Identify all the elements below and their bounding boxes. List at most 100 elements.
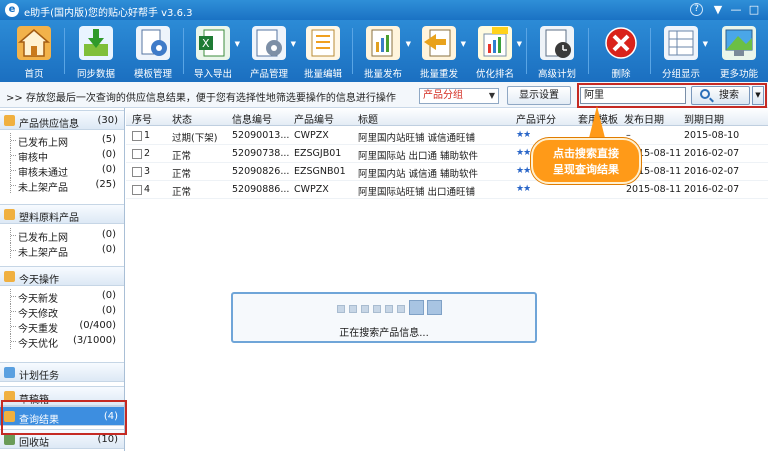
toolbar-product-manage-button[interactable]: 产品管理 ▼ [244, 22, 296, 80]
search-input[interactable]: 阿里 [580, 87, 686, 104]
sidebar-section-scheduled-tasks[interactable]: 计划任务 [0, 362, 124, 382]
sidebar-item-review-failed[interactable]: 审核未通过 (0) [0, 163, 124, 179]
column-header[interactable]: 标题 [358, 111, 378, 126]
folder-icon [4, 271, 15, 282]
minimize-button[interactable]: — [728, 2, 744, 17]
toolbar-dropdown-icon[interactable]: ▼ [235, 40, 240, 48]
table-header: 序号 状态 信息编号 产品编号 标题 产品评分 套用模板 发布日期 到期日期 [126, 109, 768, 126]
toolbar-batch-publish-label: 批量发布 [363, 69, 402, 80]
product-group-value: 产品分组 [423, 90, 463, 101]
toolbar-advanced-plan-label: 高级计划 [537, 69, 576, 80]
toolbar-template-label: 模板管理 [133, 69, 172, 80]
sidebar-item-unlisted[interactable]: 未上架产品 (25) [0, 178, 124, 194]
toolbar-delete-label: 删除 [611, 69, 631, 80]
rating-stars: ★★ [516, 148, 531, 158]
sidebar-section-title: 塑料原料产品 [19, 213, 79, 224]
column-header[interactable]: 产品编号 [294, 111, 334, 126]
toolbar-divider [183, 28, 184, 74]
sidebar-section-plastic[interactable]: 塑料原料产品 [0, 204, 124, 224]
toolbar-batch-edit-button[interactable]: 批量编辑 [300, 22, 346, 80]
column-header[interactable]: 发布日期 [624, 111, 664, 126]
row-checkbox[interactable] [132, 149, 142, 159]
recycle-bin-icon [4, 434, 15, 445]
toolbar-divider [526, 28, 527, 74]
search-button-label: 搜索 [719, 90, 739, 101]
column-header[interactable]: 状态 [172, 111, 192, 126]
column-header[interactable]: 信息编号 [232, 111, 272, 126]
product-group-select[interactable]: 产品分组 ▼ [419, 88, 499, 104]
row-checkbox[interactable] [132, 167, 142, 177]
column-header[interactable]: 序号 [132, 111, 152, 126]
toolbar-group-display-label: 分组显示 [661, 69, 700, 80]
toolbar-sync-button[interactable]: 同步数据 [70, 22, 122, 80]
calendar-icon [4, 367, 15, 378]
display-settings-button[interactable]: 显示设置 [507, 86, 571, 105]
toolbar-divider [588, 28, 589, 74]
schedule-icon [540, 26, 574, 60]
chevron-down-icon: ▼ [488, 91, 495, 100]
toolbar-batch-edit-label: 批量编辑 [303, 69, 342, 80]
sidebar-section-title: 产品供应信息 [19, 119, 79, 130]
column-header[interactable]: 产品评分 [516, 111, 556, 126]
toolbar-product-manage-label: 产品管理 [249, 69, 288, 80]
toolbar-dropdown-icon[interactable]: ▼ [703, 40, 708, 48]
toolbar-dropdown-icon[interactable]: ▼ [461, 40, 466, 48]
toolbar-dropdown-icon[interactable]: ▼ [291, 40, 296, 48]
sync-icon [79, 26, 113, 60]
sidebar-section-title: 计划任务 [19, 371, 59, 382]
callout-pointer [588, 106, 606, 142]
sidebar-section-title: 回收站 [19, 438, 49, 449]
search-options-dropdown[interactable]: ▼ [752, 86, 764, 105]
toolbar-optimize-rank-label: 优化排名 [475, 69, 514, 80]
sidebar-item-today-optimized[interactable]: 今天优化 (3/1000) [0, 334, 124, 350]
rating-stars: ★★ [516, 130, 531, 140]
sidebar-item-reviewing[interactable]: 审核中 (0) [0, 148, 124, 164]
sidebar-item-today-republished[interactable]: 今天重发 (0/400) [0, 319, 124, 335]
window-title: e助手(国内版)您的贴心好帮手 v3.6.3 [24, 8, 193, 19]
sidebar-item-today-modified[interactable]: 今天修改 (0) [0, 304, 124, 320]
republish-icon [422, 26, 456, 60]
toolbar-batch-republish-button[interactable]: 批量重发 ▼ [414, 22, 466, 80]
column-header[interactable]: 到期日期 [684, 111, 724, 126]
table-row[interactable]: 1 过期(下架) 52090013... CWPZX 阿里国内站旺铺 诚信通旺铺… [126, 127, 768, 145]
help-button[interactable]: ? [690, 3, 703, 16]
toolbar-advanced-plan-button[interactable]: 高级计划 [532, 22, 582, 80]
group-icon [664, 26, 698, 60]
sidebar-section-product-supply[interactable]: 产品供应信息 (30) [0, 110, 124, 130]
toolbar-delete-button[interactable]: 删除 [598, 22, 644, 80]
toolbar-import-export-button[interactable]: X 导入导出 ▼ [188, 22, 240, 80]
query-result-hint: >> 存放您最后一次查询的供应信息结果，便于您有选择性地筛选要操作的信息进行操作 [6, 93, 396, 104]
toolbar-more-button[interactable]: 更多功能 [714, 22, 764, 80]
sidebar-section-title: 今天操作 [19, 275, 59, 286]
table-row[interactable]: 2 正常 52090738... EZSGJB01 阿里国际站 出口通 辅助软件… [126, 145, 768, 163]
maximize-button[interactable]: □ [746, 2, 762, 17]
table-row[interactable]: 3 正常 52090826... EZSGNB01 阿里国内站 诚信通 辅助软件… [126, 163, 768, 181]
callout-line: 呈现查询结果 [553, 163, 619, 176]
toolbar-optimize-rank-button[interactable]: 优化排名 ▼ [470, 22, 522, 80]
row-checkbox[interactable] [132, 131, 142, 141]
home-icon [17, 26, 51, 60]
toolbar-divider [650, 28, 651, 74]
sidebar-item-published[interactable]: 已发布上网 (0) [0, 228, 124, 244]
sidebar-item-unlisted[interactable]: 未上架产品 (0) [0, 243, 124, 259]
row-checkbox[interactable] [132, 185, 142, 195]
sidebar-item-today-new[interactable]: 今天新发 (0) [0, 289, 124, 305]
search-button[interactable]: 搜索 [691, 86, 750, 105]
toolbar-home-button[interactable]: 首页 [12, 22, 56, 80]
toolbar-dropdown-icon[interactable]: ▼ [406, 40, 411, 48]
sidebar-section-count: (30) [97, 115, 118, 126]
sidebar-section-today[interactable]: 今天操作 [0, 266, 124, 286]
table-row[interactable]: 4 正常 52090886... CWPZX 阿里国际站旺铺 出口通旺铺 ★★ … [126, 181, 768, 199]
toolbar-dropdown-icon[interactable]: ▼ [517, 40, 522, 48]
toolbar-import-export-label: 导入导出 [193, 69, 232, 80]
sidebar-item-published[interactable]: 已发布上网 (5) [0, 133, 124, 149]
toolbar-batch-publish-button[interactable]: 批量发布 ▼ [357, 22, 411, 80]
toolbar-divider [352, 28, 353, 74]
delete-icon [604, 26, 638, 60]
search-tip-callout: 点击搜索直接 呈现查询结果 [531, 138, 641, 184]
toolbar-group-display-button[interactable]: 分组显示 ▼ [656, 22, 708, 80]
toolbar-template-button[interactable]: 模板管理 [128, 22, 178, 80]
rank-icon [478, 26, 512, 60]
window-menu-button[interactable]: ▼ [710, 2, 726, 17]
toolbar-divider [64, 28, 65, 74]
